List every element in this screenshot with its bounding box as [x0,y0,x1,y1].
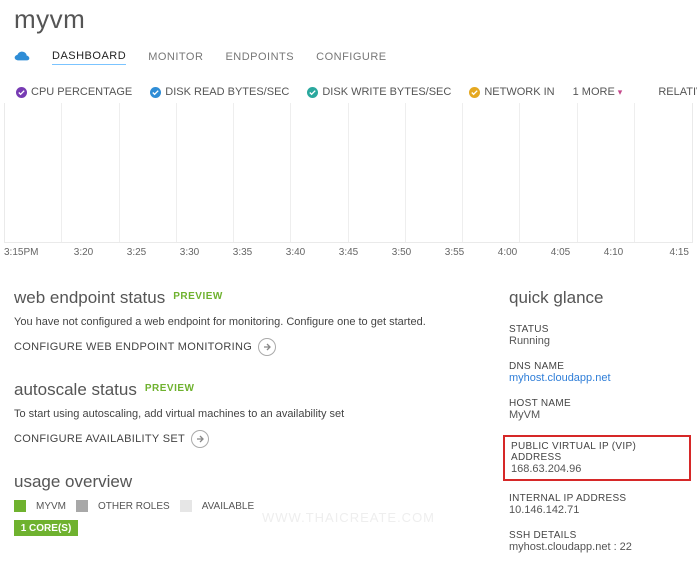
qg-internal-ip: INTERNAL IP ADDRESS 10.146.142.71 [509,493,685,516]
x-tick: 3:25 [110,247,163,258]
legend-swatch [180,500,192,512]
metric-label: DISK READ BYTES/SEC [165,86,289,98]
x-tick: 3:15PM [4,247,57,258]
chevron-down-icon: ▾ [618,87,623,98]
section-body: To start using autoscaling, add virtual … [14,408,485,420]
arrow-right-icon [258,338,276,356]
metric-disk-read[interactable]: DISK READ BYTES/SEC [150,86,289,98]
section-heading: usage overview [14,472,132,492]
x-tick: 3:30 [163,247,216,258]
configure-web-endpoint-link[interactable]: CONFIGURE WEB ENDPOINT MONITORING [14,338,485,356]
x-tick: 4:00 [481,247,534,258]
legend-swatch [76,500,88,512]
preview-badge: PREVIEW [145,383,195,394]
section-heading: autoscale status [14,380,137,400]
chart-body [4,103,693,243]
qg-value: 10.146.142.71 [509,504,685,516]
metric-cpu[interactable]: CPU PERCENTAGE [16,86,132,98]
x-tick: 3:40 [269,247,322,258]
page-title: myvm [0,0,697,43]
qg-value: Running [509,335,685,347]
more-metrics[interactable]: 1 MORE ▾ [573,86,623,98]
tab-endpoints[interactable]: ENDPOINTS [225,51,294,63]
metric-disk-write[interactable]: DISK WRITE BYTES/SEC [307,86,451,98]
x-tick: 3:20 [57,247,110,258]
arrow-right-icon [191,430,209,448]
metric-label: CPU PERCENTAGE [31,86,132,98]
usage-legend: MYVM OTHER ROLES AVAILABLE [14,500,485,512]
left-column: web endpoint status PREVIEW You have not… [14,288,485,567]
x-tick: 3:55 [428,247,481,258]
metric-label: DISK WRITE BYTES/SEC [322,86,451,98]
web-endpoint-section: web endpoint status PREVIEW You have not… [14,288,485,356]
qg-dns: DNS NAME myhost.cloudapp.net [509,361,685,384]
legend-label: MYVM [36,501,66,512]
qg-value: myhost.cloudapp.net : 22 [509,541,685,553]
more-label: 1 MORE [573,86,615,98]
legend-label: OTHER ROLES [98,501,170,512]
qg-label: SSH DETAILS [509,530,685,541]
check-icon [469,87,480,98]
check-icon [307,87,318,98]
x-tick: 4:05 [534,247,587,258]
qg-host: HOST NAME MyVM [509,398,685,421]
section-heading: web endpoint status [14,288,165,308]
qg-value: MyVM [509,409,685,421]
qg-label: STATUS [509,324,685,335]
configure-availability-set-link[interactable]: CONFIGURE AVAILABILITY SET [14,430,485,448]
section-body: You have not configured a web endpoint f… [14,316,485,328]
qg-label: INTERNAL IP ADDRESS [509,493,685,504]
usage-bar: 1 CORE(S) [14,520,485,536]
qg-value: 168.63.204.96 [511,463,683,475]
usage-overview-section: usage overview MYVM OTHER ROLES AVAILABL… [14,472,485,536]
quick-glance-heading: quick glance [509,288,685,308]
quick-glance-panel: quick glance STATUS Running DNS NAME myh… [509,288,685,567]
preview-badge: PREVIEW [173,291,223,302]
dns-name-link[interactable]: myhost.cloudapp.net [509,372,685,384]
metric-network-in[interactable]: NETWORK IN [469,86,554,98]
qg-label: HOST NAME [509,398,685,409]
x-tick: 4:10 [587,247,640,258]
legend-swatch [14,500,26,512]
action-label: CONFIGURE AVAILABILITY SET [14,433,185,445]
tab-dashboard[interactable]: DASHBOARD [52,50,126,65]
metric-label: NETWORK IN [484,86,554,98]
tab-bar: DASHBOARD MONITOR ENDPOINTS CONFIGURE [0,43,697,71]
autoscale-section: autoscale status PREVIEW To start using … [14,380,485,448]
check-icon [150,87,161,98]
action-label: CONFIGURE WEB ENDPOINT MONITORING [14,341,252,353]
tab-configure[interactable]: CONFIGURE [316,51,387,63]
qg-vip-highlight: PUBLIC VIRTUAL IP (VIP) ADDRESS 168.63.2… [503,435,691,481]
x-tick: 3:50 [375,247,428,258]
usage-bar-segment-myvm: 1 CORE(S) [14,520,78,536]
cloud-icon [14,51,30,63]
view-mode-label: RELATIVE [658,86,697,98]
chart-x-axis: 3:15PM 3:20 3:25 3:30 3:35 3:40 3:45 3:5… [4,243,693,258]
check-icon [16,87,27,98]
view-mode-dropdown[interactable]: RELATIVE ▾ [658,86,697,98]
qg-status: STATUS Running [509,324,685,347]
metrics-chart: 3:15PM 3:20 3:25 3:30 3:35 3:40 3:45 3:5… [0,103,697,258]
qg-label: DNS NAME [509,361,685,372]
metrics-row: CPU PERCENTAGE DISK READ BYTES/SEC DISK … [0,71,697,103]
x-tick: 3:35 [216,247,269,258]
x-tick: 4:15 [640,247,693,258]
legend-label: AVAILABLE [202,501,254,512]
qg-label: PUBLIC VIRTUAL IP (VIP) ADDRESS [511,441,683,463]
tab-monitor[interactable]: MONITOR [148,51,203,63]
x-tick: 3:45 [322,247,375,258]
